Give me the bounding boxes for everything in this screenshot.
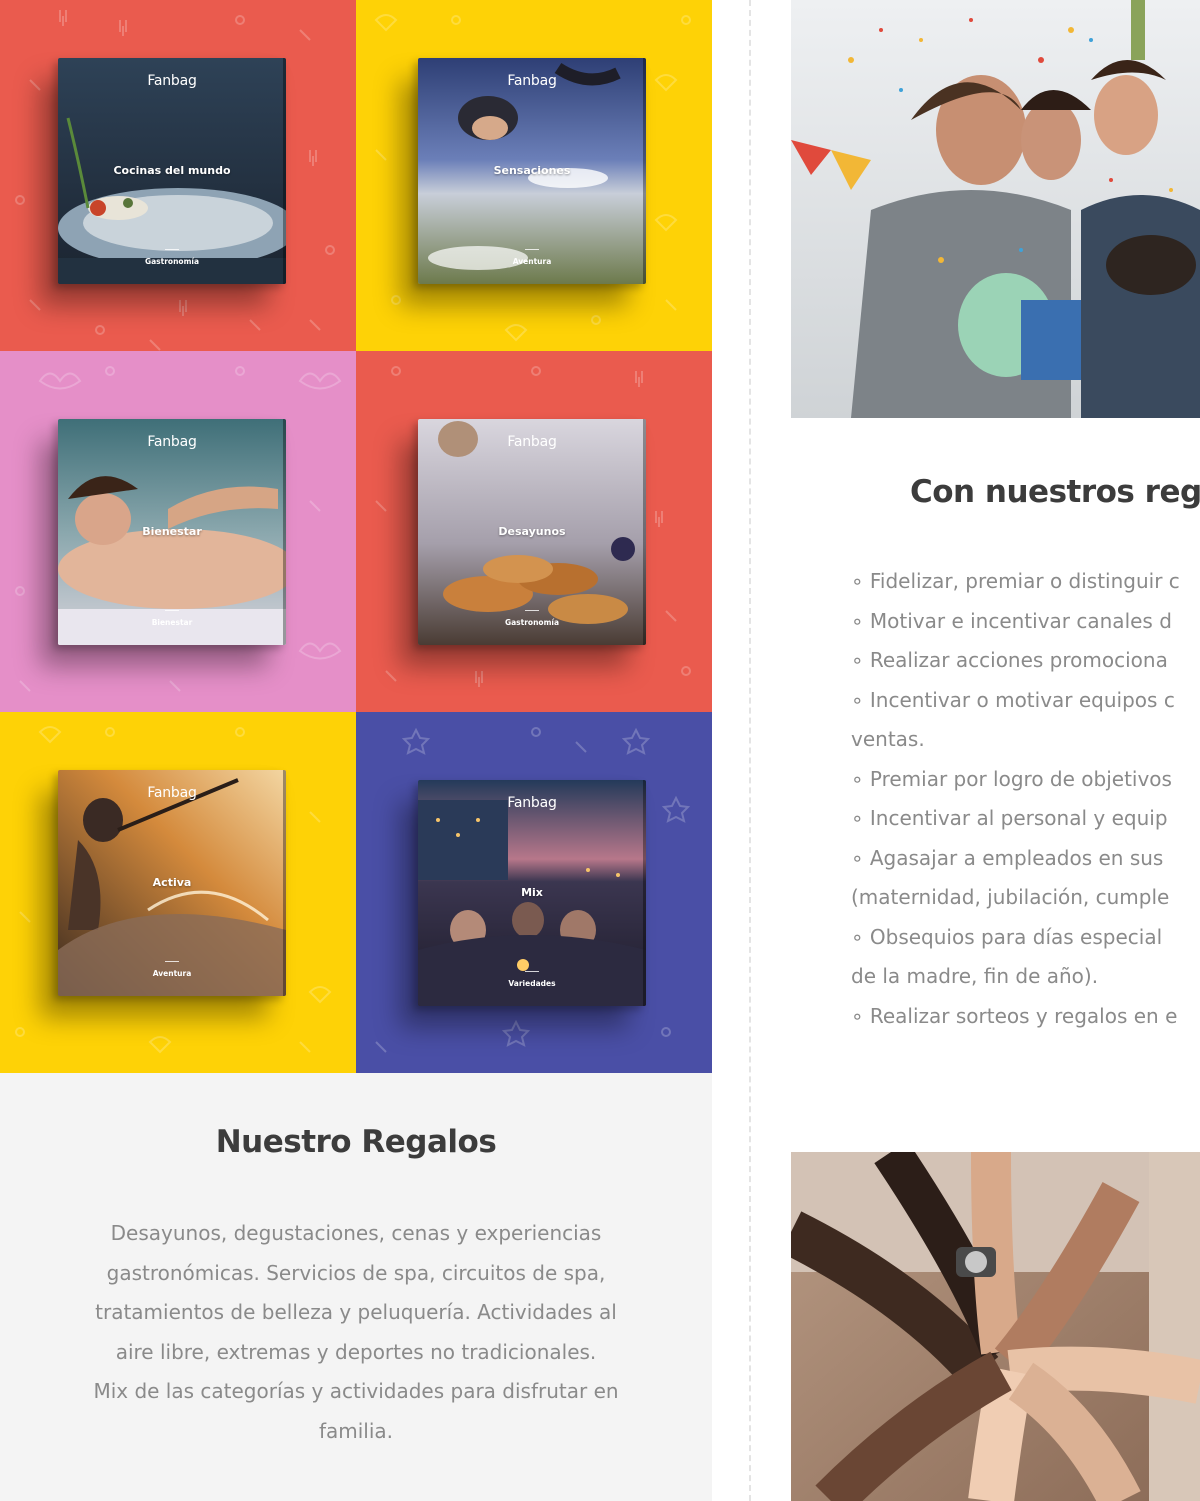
benefit-line: ∘ Realizar acciones promociona bbox=[851, 648, 1168, 672]
product-title: Mix bbox=[521, 886, 543, 899]
product-box: Fanbag Bienestar Bienestar bbox=[58, 419, 286, 645]
product-category: Aventura bbox=[512, 257, 552, 266]
description-line: familia. bbox=[318, 1418, 394, 1443]
divider-line bbox=[525, 971, 539, 972]
dashed-divider bbox=[749, 0, 751, 1501]
products-section: Fanbag Cocinas del mundo Gastronomía Fan… bbox=[0, 0, 712, 1501]
benefit-line: ∘ Realizar sorteos y regalos en e bbox=[851, 1003, 1178, 1028]
benefit-line: ∘ Motivar e incentivar canales d bbox=[851, 608, 1172, 633]
product-box: Fanbag Desayunos Gastronomía bbox=[418, 419, 646, 645]
benefit-line: ∘ Agasajar a empleados en sus bbox=[851, 845, 1164, 870]
product-title: Desayunos bbox=[498, 525, 566, 538]
brand-logo: Fanbag bbox=[147, 434, 197, 450]
divider-line bbox=[525, 610, 539, 611]
product-category: Bienestar bbox=[151, 618, 193, 627]
product-title: Sensaciones bbox=[493, 164, 571, 177]
benefit-line: ∘ Incentivar al personal y equip bbox=[851, 806, 1168, 830]
product-title: Activa bbox=[152, 876, 192, 889]
product-tile[interactable]: Fanbag Mix Variedades bbox=[356, 712, 712, 1073]
benefit-line: ∘ Fidelizar, premiar o distinguir c bbox=[851, 569, 1180, 593]
benefit-line: ∘ Premiar por logro de objetivos bbox=[851, 766, 1172, 791]
description-line: tratamientos de belleza y peluquería. Ac… bbox=[95, 1300, 617, 1324]
divider-line bbox=[165, 961, 179, 962]
product-title: Bienestar bbox=[142, 525, 202, 538]
description-line: gastronómicas. Servicios de spa, circuit… bbox=[106, 1260, 606, 1285]
benefit-line: ventas. bbox=[851, 727, 925, 751]
product-box: Fanbag Activa Aventura bbox=[58, 770, 286, 996]
product-box: Fanbag Sensaciones Aventura bbox=[418, 58, 646, 284]
benefit-line: de la madre, fin de año). bbox=[851, 964, 1099, 988]
divider-line bbox=[165, 249, 179, 250]
description-line: Mix de las categorías y actividades para… bbox=[93, 1379, 619, 1403]
team-hands-stacked-photo bbox=[791, 1152, 1200, 1501]
product-box: Fanbag Cocinas del mundo Gastronomía bbox=[58, 58, 286, 284]
product-category: Gastronomía bbox=[144, 257, 200, 266]
product-tile[interactable]: Fanbag Desayunos Gastronomía bbox=[356, 351, 712, 712]
product-category: Aventura bbox=[152, 969, 192, 978]
brand-logo: Fanbag bbox=[147, 785, 197, 801]
brand-logo: Fanbag bbox=[147, 73, 197, 89]
product-tile[interactable]: Fanbag Bienestar Bienestar bbox=[0, 351, 356, 712]
divider-line bbox=[165, 610, 179, 611]
benefit-line: ∘ Incentivar o motivar equipos c bbox=[851, 687, 1175, 712]
description-line: Desayunos, degustaciones, cenas y experi… bbox=[110, 1221, 602, 1245]
product-title: Cocinas del mundo bbox=[113, 164, 231, 177]
benefits-list: ∘ Fidelizar, premiar o distinguir c ∘ Mo… bbox=[851, 562, 1200, 1036]
brand-logo: Fanbag bbox=[507, 73, 557, 89]
product-category: Gastronomía bbox=[504, 618, 560, 627]
benefit-line: ∘ Obsequios para días especial bbox=[851, 924, 1163, 949]
divider-line bbox=[525, 249, 539, 250]
product-tile[interactable]: Fanbag Cocinas del mundo Gastronomía bbox=[0, 0, 356, 361]
product-tile[interactable]: Fanbag Sensaciones Aventura bbox=[356, 0, 712, 361]
section-description: Desayunos, degustaciones, cenas y experi… bbox=[40, 1214, 672, 1451]
benefit-line: (maternidad, jubilación, cumple bbox=[851, 885, 1170, 909]
section-title: Nuestro Regalos bbox=[215, 1124, 497, 1160]
description-line: aire libre, extremas y deportes no tradi… bbox=[115, 1339, 597, 1364]
brand-logo: Fanbag bbox=[507, 434, 557, 450]
brand-logo: Fanbag bbox=[507, 795, 557, 811]
product-box: Fanbag Mix Variedades bbox=[418, 780, 646, 1006]
product-category: Variedades bbox=[508, 979, 556, 988]
section-title: Con nuestros reg bbox=[910, 474, 1200, 510]
product-tile[interactable]: Fanbag Activa Aventura bbox=[0, 712, 356, 1073]
birthday-party-celebration-photo bbox=[791, 0, 1200, 418]
